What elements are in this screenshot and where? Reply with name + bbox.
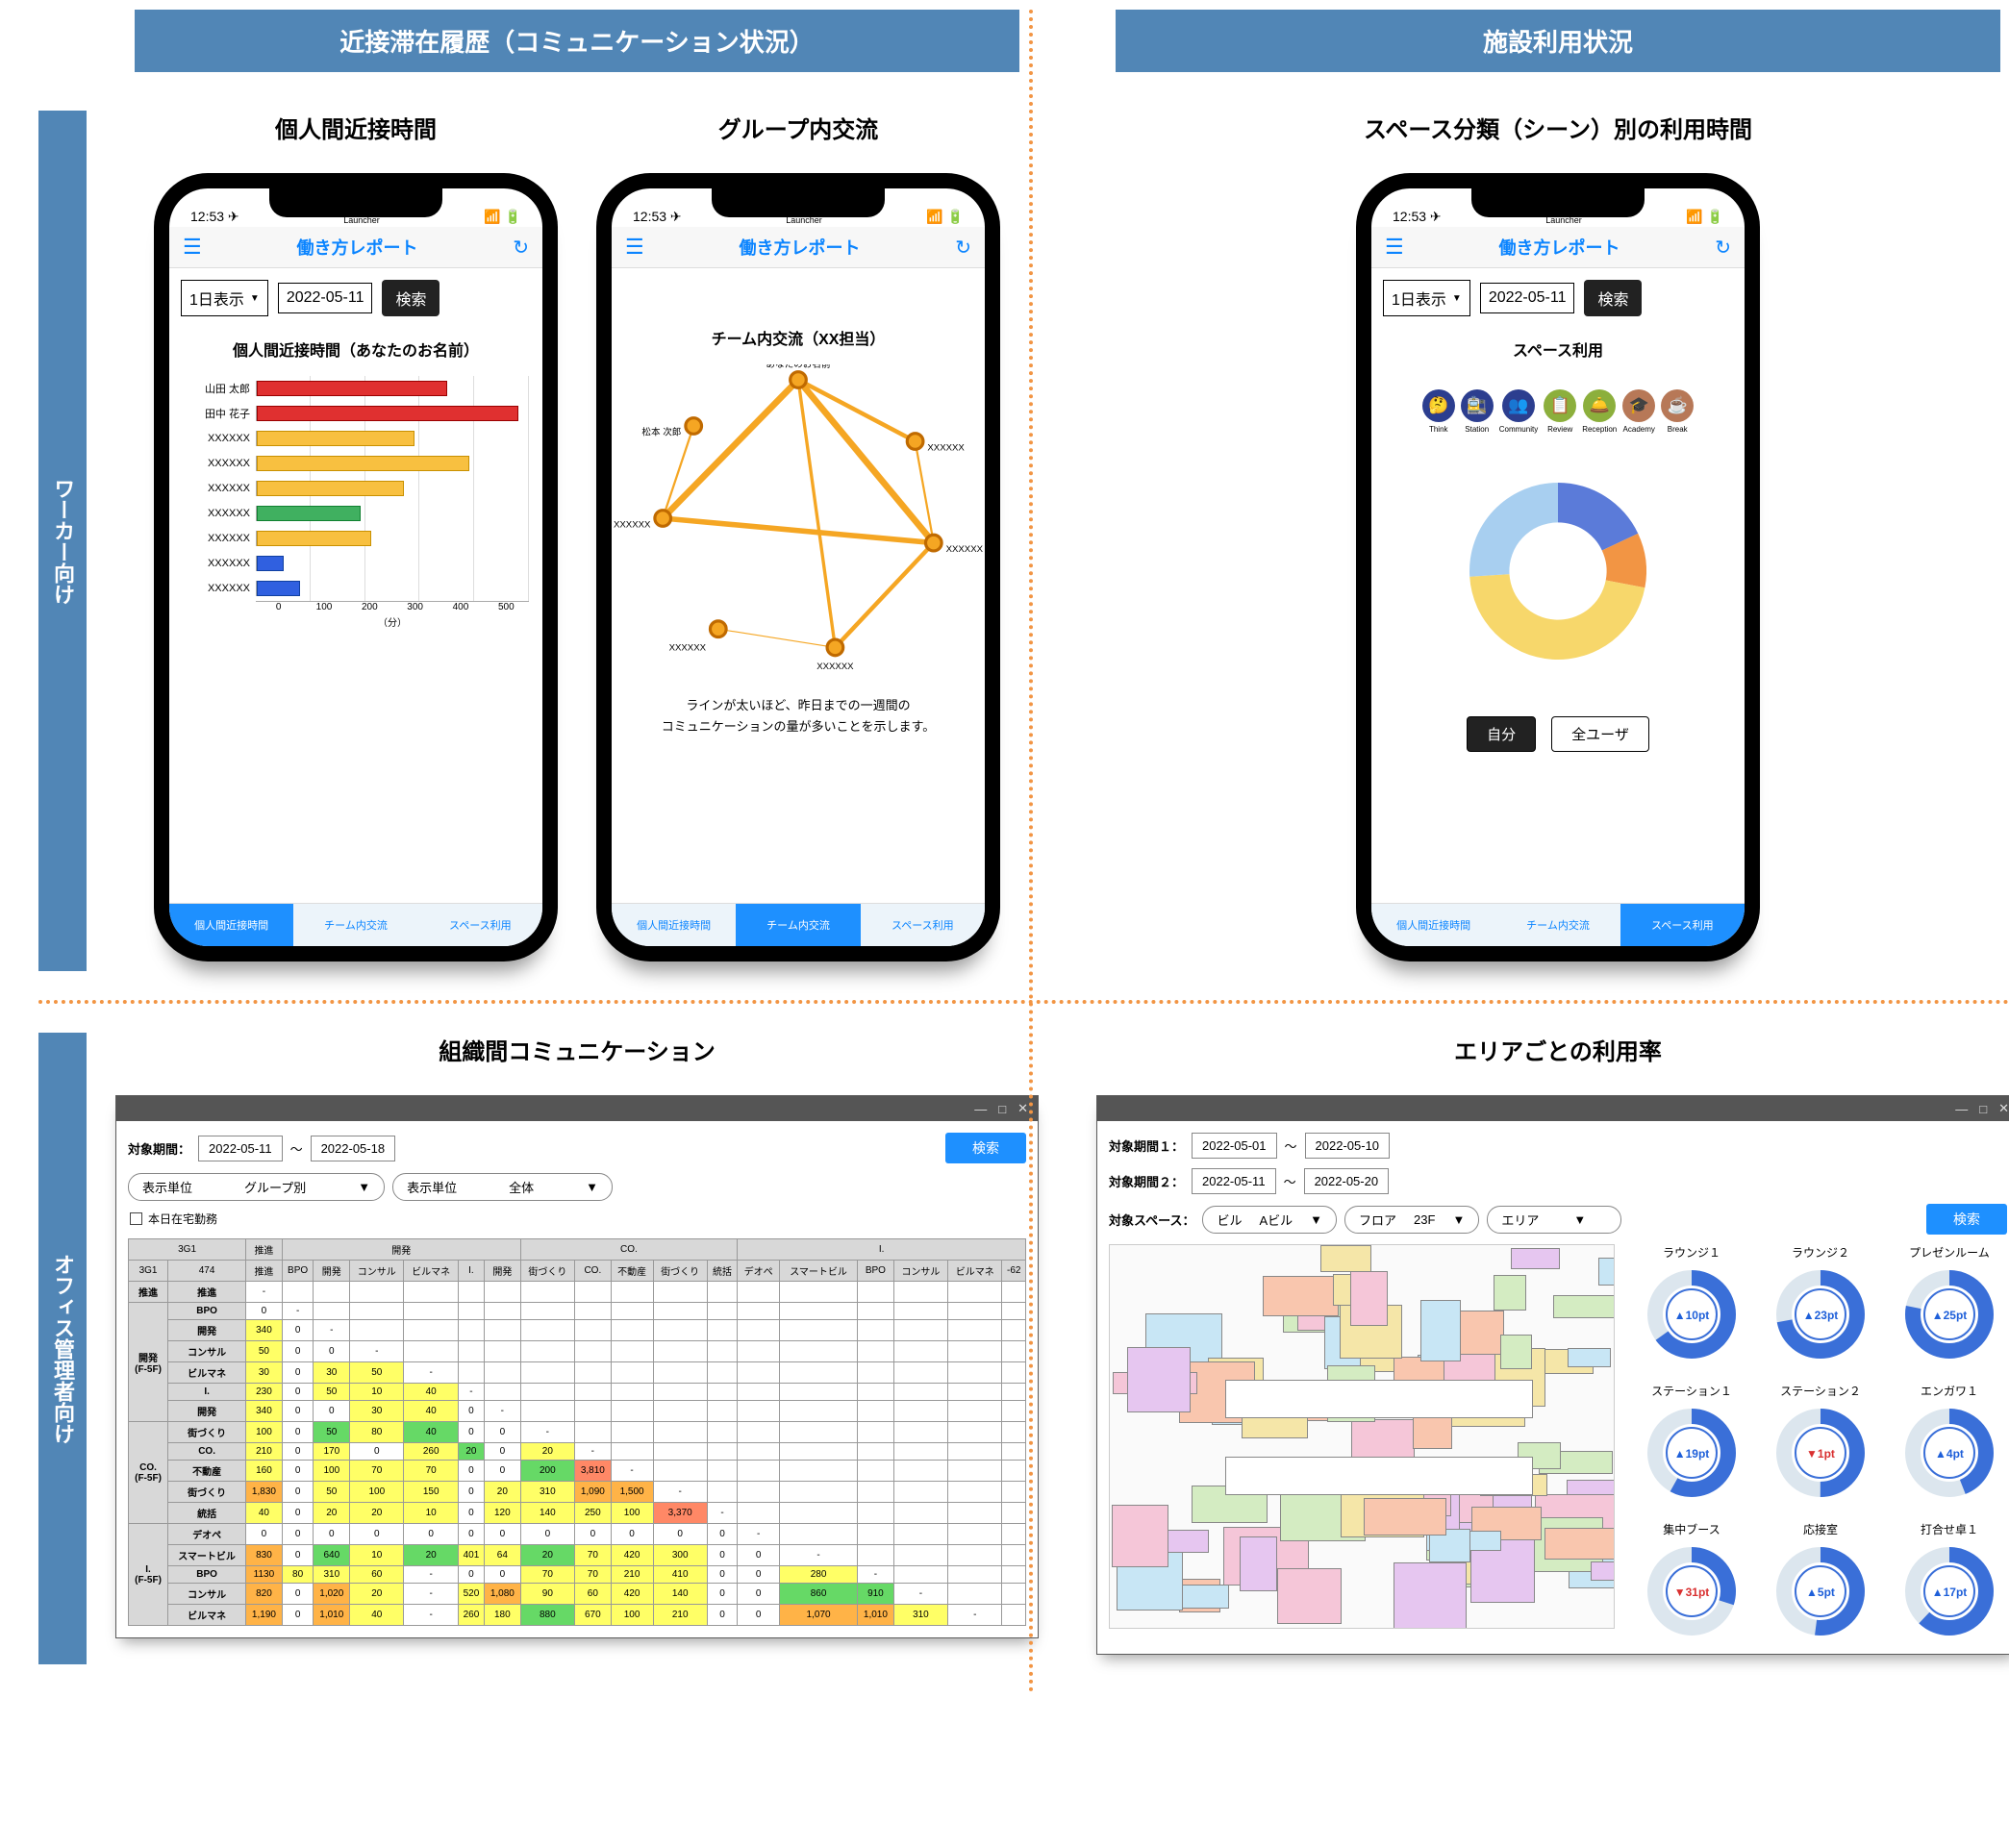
svg-text:▼1pt: ▼1pt <box>1806 1447 1835 1461</box>
tab-team[interactable]: チーム内交流 <box>736 904 860 946</box>
svg-text:XXXXXX: XXXXXX <box>946 544 984 555</box>
phone-mock-3: 12:53 ✈Launcher📶 🔋 ☰ 働き方レポート ↻ 1日表示▼ 202… <box>1356 173 1760 961</box>
subtitle-org-comm: 組織間コミュニケーション <box>115 1033 1039 1066</box>
wfh-label: 本日在宅勤務 <box>148 1211 217 1227</box>
search-button[interactable]: 検索 <box>945 1133 1026 1163</box>
app-title: 働き方レポート <box>296 235 417 260</box>
svg-text:▲17pt: ▲17pt <box>1932 1586 1968 1599</box>
reload-icon[interactable]: ↻ <box>955 236 971 260</box>
display-mode-select[interactable]: 1日表示▼ <box>181 280 268 316</box>
toggle-self[interactable]: 自分 <box>1467 716 1536 752</box>
unit-select-1[interactable]: 表示単位グループ別▼ <box>128 1173 385 1201</box>
svg-text:▲4pt: ▲4pt <box>1935 1447 1964 1461</box>
svg-text:あなたのお名前: あなたのお名前 <box>766 364 831 370</box>
wfh-checkbox[interactable] <box>130 1212 142 1225</box>
tilde-label: 〜 <box>290 1139 303 1158</box>
floor-select[interactable]: フロア23F▼ <box>1344 1206 1479 1234</box>
svg-text:▼31pt: ▼31pt <box>1674 1586 1710 1599</box>
date-input[interactable]: 2022-05-11 <box>278 283 373 313</box>
gauge-grid: ラウンジ１▲10ptラウンジ２▲23ptプレゼンルーム▲25ptステーション１▲… <box>1634 1244 2007 1642</box>
side-label-admin: オフィス管理者向け <box>38 1033 87 1664</box>
hamburger-icon[interactable]: ☰ <box>625 235 644 260</box>
tab-space[interactable]: スペース利用 <box>418 904 542 946</box>
svg-text:▲5pt: ▲5pt <box>1806 1586 1835 1599</box>
window-area-usage: — □ ✕ 対象期間１： 2022-05-01 〜 2022-05-10 対象期… <box>1096 1095 2009 1655</box>
space-label: 対象スペース： <box>1109 1211 1194 1229</box>
tab-space[interactable]: スペース利用 <box>1620 904 1745 946</box>
p2-to-input[interactable]: 2022-05-20 <box>1304 1168 1390 1194</box>
svg-text:XXXXXX: XXXXXX <box>927 443 965 454</box>
search-button[interactable]: 検索 <box>382 280 439 316</box>
svg-text:XXXXXX: XXXXXX <box>614 520 651 531</box>
phone-mock-1: 12:53 ✈Launcher📶 🔋 ☰ 働き方レポート ↻ 1日表示▼ 202… <box>154 173 558 961</box>
subtitle-space-usage: スペース分類（シーン）別の利用時間 <box>1356 111 1760 144</box>
close-icon[interactable]: ✕ <box>1017 1101 1028 1116</box>
min-icon[interactable]: — <box>1955 1102 1968 1116</box>
window-titlebar: — □ ✕ <box>116 1096 1038 1121</box>
heatmap-table: 3G1推進開発CO.I.3G1474推進BPO開発コンサルビルマネI.開発街づく… <box>128 1238 1026 1626</box>
p1-to-input[interactable]: 2022-05-10 <box>1305 1133 1391 1159</box>
donut-chart <box>1447 461 1669 682</box>
building-select[interactable]: ビルAビル▼ <box>1202 1206 1337 1234</box>
network-chart: あなたのお名前 XXXXXX XXXXXX XXXXXX XXXXXX XXXXXX 松本 … <box>612 364 985 672</box>
search-button[interactable]: 検索 <box>1926 1204 2007 1235</box>
min-icon[interactable]: — <box>974 1102 987 1116</box>
svg-text:XXXXXX: XXXXXX <box>669 643 707 654</box>
subtitle-personal-proximity: 個人間近接時間 <box>154 111 558 144</box>
reload-icon[interactable]: ↻ <box>1715 236 1731 260</box>
section-header-proximity: 近接滞在履歴（コミュニケーション状況） <box>135 10 1019 72</box>
floor-map <box>1109 1244 1615 1629</box>
chart-title-bars: 個人間近接時間（あなたのお名前） <box>169 337 542 361</box>
tab-proximity[interactable]: 個人間近接時間 <box>169 904 293 946</box>
toggle-all-users[interactable]: 全ユーザ <box>1551 716 1649 752</box>
app-title: 働き方レポート <box>739 235 860 260</box>
window-org-comm: — □ ✕ 対象期間： 2022-05-11 〜 2022-05-18 検索 表… <box>115 1095 1039 1638</box>
svg-text:▲23pt: ▲23pt <box>1803 1309 1839 1322</box>
close-icon[interactable]: ✕ <box>1998 1101 2009 1116</box>
search-button[interactable]: 検索 <box>1584 280 1642 316</box>
area-select[interactable]: エリア▼ <box>1487 1206 1621 1234</box>
unit-select-2[interactable]: 表示単位全体▼ <box>392 1173 613 1201</box>
svg-text:▲25pt: ▲25pt <box>1932 1309 1968 1322</box>
svg-text:▲19pt: ▲19pt <box>1674 1447 1710 1461</box>
hamburger-icon[interactable]: ☰ <box>1385 235 1404 260</box>
network-note: ラインが太いほど、昨日までの一週間のコミュニケーションの量が多いことを示します。 <box>631 695 966 737</box>
subtitle-area-usage: エリアごとの利用率 <box>1096 1033 2009 1066</box>
date-to-input[interactable]: 2022-05-18 <box>311 1136 396 1161</box>
tab-team[interactable]: チーム内交流 <box>293 904 417 946</box>
hamburger-icon[interactable]: ☰ <box>183 235 202 260</box>
svg-text:XXXXXX: XXXXXX <box>816 662 854 672</box>
tab-proximity[interactable]: 個人間近接時間 <box>612 904 736 946</box>
tab-space[interactable]: スペース利用 <box>861 904 985 946</box>
display-mode-select[interactable]: 1日表示▼ <box>1383 280 1470 316</box>
period-label: 対象期間： <box>128 1139 190 1158</box>
side-label-worker: ワーカー向け <box>38 111 87 971</box>
phone-mock-2: 12:53 ✈Launcher📶 🔋 ☰ 働き方レポート ↻ チーム内交流（XX… <box>596 173 1000 961</box>
app-title: 働き方レポート <box>1498 235 1620 260</box>
max-icon[interactable]: □ <box>1979 1102 1987 1116</box>
period2-label: 対象期間２： <box>1109 1172 1184 1190</box>
period1-label: 対象期間１： <box>1109 1136 1184 1155</box>
date-from-input[interactable]: 2022-05-11 <box>198 1136 283 1161</box>
section-header-facility: 施設利用状況 <box>1116 10 2000 72</box>
p2-from-input[interactable]: 2022-05-11 <box>1192 1168 1276 1194</box>
subtitle-group-interaction: グループ内交流 <box>596 111 1000 144</box>
category-icon-row: 🤔Think🚉Station👥Community📋Review🛎️Recepti… <box>1371 389 1745 434</box>
max-icon[interactable]: □ <box>998 1102 1006 1116</box>
chart-title-donut: スペース利用 <box>1371 337 1745 361</box>
svg-text:松本 次郎: 松本 次郎 <box>641 427 681 438</box>
bar-chart: 山田 太郎田中 花子XXXXXXXXXXXXXXXXXXXXXXXXXXXXXX… <box>183 376 529 903</box>
tab-proximity[interactable]: 個人間近接時間 <box>1371 904 1495 946</box>
p1-from-input[interactable]: 2022-05-01 <box>1192 1133 1277 1159</box>
chart-title-network: チーム内交流（XX担当） <box>612 326 985 349</box>
tab-team[interactable]: チーム内交流 <box>1495 904 1620 946</box>
window-titlebar: — □ ✕ <box>1097 1096 2009 1121</box>
reload-icon[interactable]: ↻ <box>513 236 529 260</box>
svg-text:▲10pt: ▲10pt <box>1674 1309 1710 1322</box>
date-input[interactable]: 2022-05-11 <box>1480 283 1575 313</box>
